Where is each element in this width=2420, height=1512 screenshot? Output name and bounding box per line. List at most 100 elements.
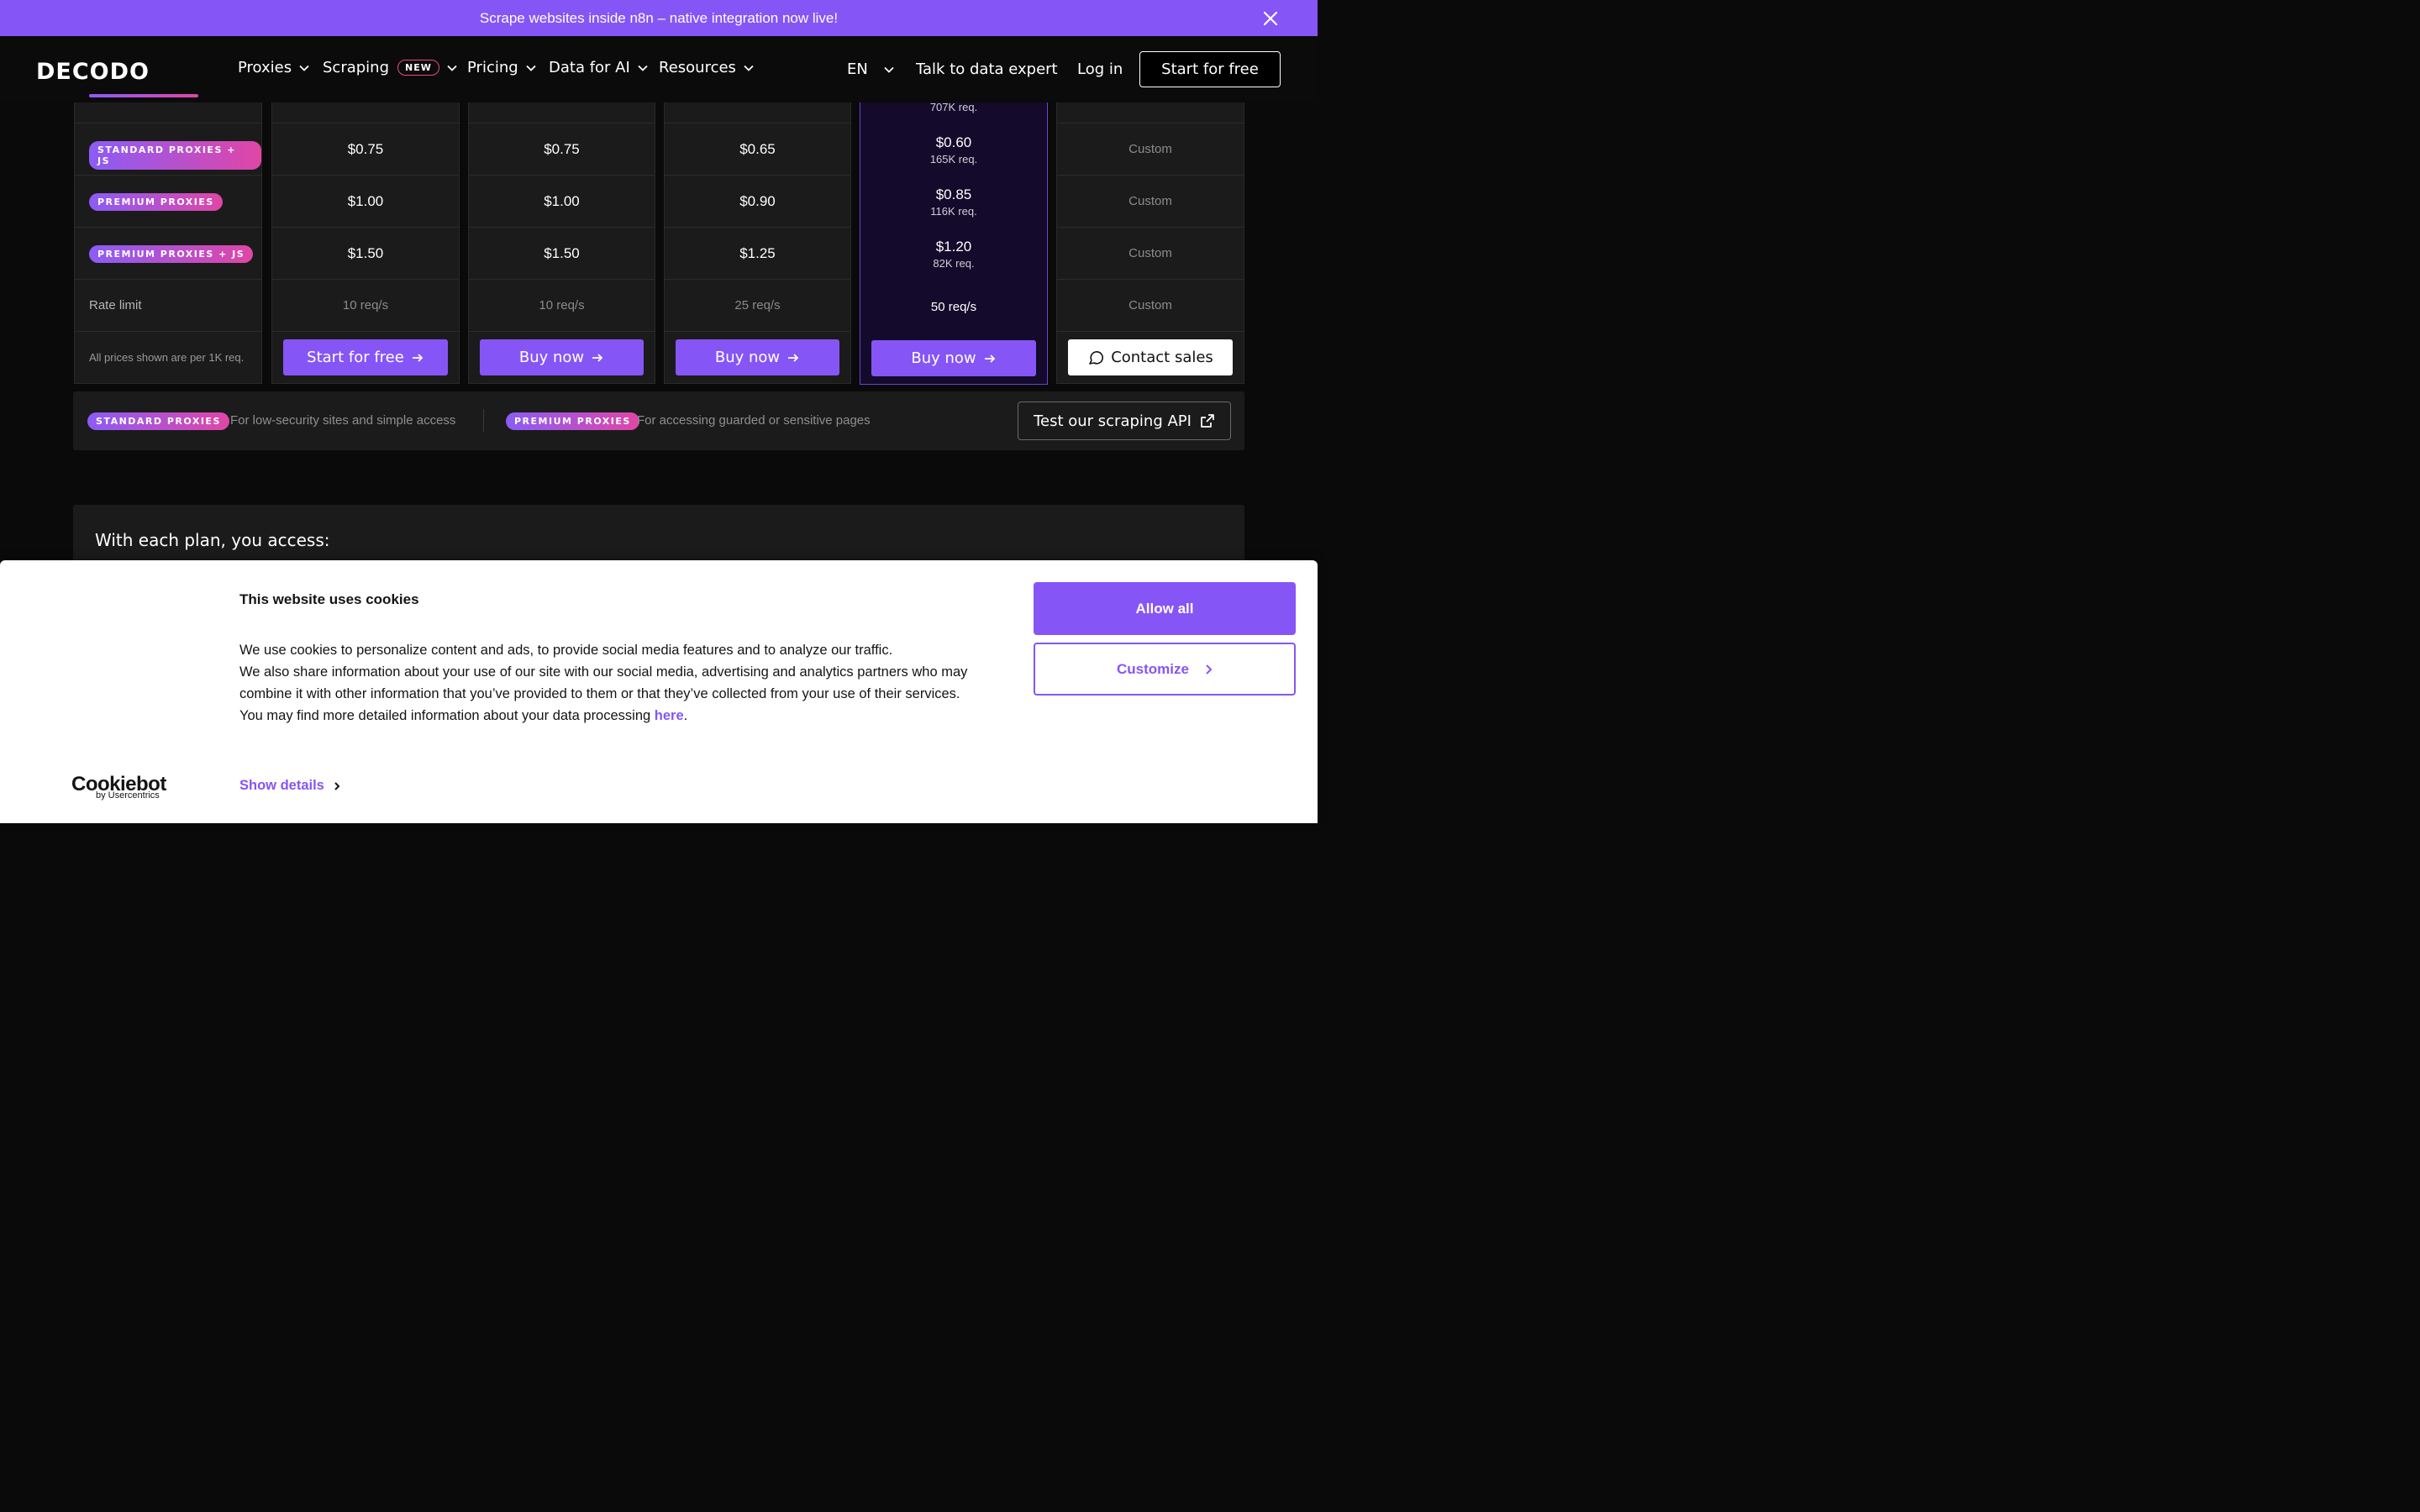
price-standard-js: Custom xyxy=(1128,142,1172,156)
nav-item-label: Proxies xyxy=(238,59,292,76)
legend-premium-desc: For accessing guarded or sensitive pages xyxy=(637,413,871,428)
pricing-label-column: STANDARD PROXIES + JS PREMIUM PROXIES PR… xyxy=(74,94,262,384)
plan-column-2: $0.75 $1.00 $1.50 10 req/s Buy now xyxy=(468,102,655,384)
chevron-right-icon xyxy=(1206,664,1213,675)
announcement-text[interactable]: Scrape websites inside n8n – native inte… xyxy=(480,10,838,27)
cookie-body: We use cookies to personalize content an… xyxy=(239,639,996,727)
button-label: Start for free xyxy=(307,349,404,366)
button-label: Show details xyxy=(239,778,324,793)
chevron-down-icon xyxy=(884,66,894,73)
nav-item-resources[interactable]: Resources xyxy=(659,59,755,76)
privacy-here-link[interactable]: here xyxy=(655,708,684,723)
plan-column-1: $0.75 $1.00 $1.50 10 req/s Start for fre… xyxy=(271,102,460,384)
language-selector[interactable]: EN xyxy=(847,60,895,78)
plan-column-4-highlighted: 707K req. $0.60 165K req. $0.85 116K req… xyxy=(860,101,1048,385)
cookiebot-logo-sub: by Usercentrics xyxy=(96,790,160,801)
price-standard-js: $0.65 xyxy=(739,141,776,157)
price-premium-js: $1.25 xyxy=(739,245,776,261)
price-standard-js: $0.75 xyxy=(544,141,580,157)
requests-premium: 116K req. xyxy=(930,205,977,218)
price-standard-js: $0.75 xyxy=(347,141,384,157)
chevron-right-icon xyxy=(334,781,340,790)
button-label: Buy now xyxy=(518,349,585,366)
access-title: With each plan, you access: xyxy=(95,530,330,550)
price-note: All prices shown are per 1K req. xyxy=(89,351,245,364)
requests-standard-js: 165K req. xyxy=(929,153,978,165)
start-for-free-button[interactable]: Start for free xyxy=(1139,51,1281,87)
nav-item-proxies[interactable]: Proxies xyxy=(238,59,310,76)
cookie-banner: Cookiebot by Usercentrics This website u… xyxy=(0,560,1318,823)
start-for-free-plan-button[interactable]: Start for free xyxy=(283,339,448,375)
button-label: Buy now xyxy=(911,349,976,367)
chat-bubble-icon xyxy=(1089,350,1104,365)
cookie-line-2: We also share information about your use… xyxy=(239,664,968,701)
chevron-down-icon xyxy=(744,65,754,71)
login-link[interactable]: Log in xyxy=(1077,60,1123,78)
contact-sales-button[interactable]: Contact sales xyxy=(1068,339,1233,375)
nav-item-pricing[interactable]: Pricing xyxy=(467,59,537,76)
decodo-logo[interactable]: DECODO xyxy=(36,59,150,85)
talk-to-expert-link[interactable]: Talk to data expert xyxy=(916,60,1058,78)
arrow-right-icon xyxy=(984,354,995,363)
buy-now-button[interactable]: Buy now xyxy=(480,339,644,375)
language-label: EN xyxy=(847,60,868,78)
nav-item-label: Resources xyxy=(659,59,736,76)
plan-column-3: $0.65 $0.90 $1.25 25 req/s Buy now xyxy=(664,102,851,384)
new-badge: NEW xyxy=(397,60,439,76)
external-link-icon xyxy=(1201,414,1214,428)
price-premium-js: Custom xyxy=(1128,246,1172,260)
rate-limit-value: 25 req/s xyxy=(734,298,781,312)
price-premium: $1.00 xyxy=(347,193,384,209)
legend-standard-pill: STANDARD PROXIES xyxy=(87,412,229,430)
price-premium-js: $1.50 xyxy=(347,245,384,261)
arrow-right-icon xyxy=(788,353,799,362)
label-premium-js: PREMIUM PROXIES + JS xyxy=(89,245,254,263)
label-standard-js: STANDARD PROXIES + JS xyxy=(89,141,261,170)
nav-item-data-for-ai[interactable]: Data for AI xyxy=(549,59,649,76)
label-rate-limit: Rate limit xyxy=(89,298,142,312)
announcement-bar: Scrape websites inside n8n – native inte… xyxy=(0,0,1318,36)
nav-item-label: Scraping xyxy=(323,59,390,76)
price-premium-js: $1.20 xyxy=(935,239,972,255)
nav-item-label: Pricing xyxy=(467,59,518,76)
arrow-right-icon xyxy=(412,353,424,362)
button-label: Customize xyxy=(1117,660,1189,677)
button-label: Test our scraping API xyxy=(1034,412,1192,430)
cookie-line-3-prefix: You may find more detailed information a… xyxy=(239,708,655,723)
plan-column-5: Custom Custom Custom Custom Contact sale… xyxy=(1056,102,1244,384)
chevron-down-icon xyxy=(526,65,536,71)
proxy-legend-bar: STANDARD PROXIES For low-security sites … xyxy=(73,391,1244,450)
partial-requests: 707K req. xyxy=(929,101,978,113)
rate-limit-value: Custom xyxy=(1128,298,1172,312)
arrow-right-icon xyxy=(592,353,603,362)
requests-premium-js: 82K req. xyxy=(933,257,975,270)
chevron-down-icon xyxy=(299,65,309,71)
rate-limit-value: 10 req/s xyxy=(342,298,389,312)
show-details-button[interactable]: Show details xyxy=(239,778,341,794)
nav-item-scraping[interactable]: Scraping NEW xyxy=(323,59,458,76)
cookie-line-3-suffix: . xyxy=(683,708,688,723)
price-premium-js: $1.50 xyxy=(544,245,580,261)
legend-divider xyxy=(483,409,484,432)
customize-button[interactable]: Customize xyxy=(1034,643,1296,696)
nav-item-label: Data for AI xyxy=(549,59,630,76)
button-label: Buy now xyxy=(714,349,781,366)
legend-standard-desc: For low-security sites and simple access xyxy=(230,413,456,428)
legend-premium-pill: PREMIUM PROXIES xyxy=(506,412,639,430)
buy-now-button[interactable]: Buy now xyxy=(676,339,839,375)
test-scraping-api-button[interactable]: Test our scraping API xyxy=(1018,402,1231,440)
cookie-line-1: We use cookies to personalize content an… xyxy=(239,643,893,658)
cookie-title: This website uses cookies xyxy=(239,591,419,607)
partial-pill xyxy=(89,94,198,97)
chevron-down-icon xyxy=(447,65,457,71)
price-premium: $1.00 xyxy=(544,193,580,209)
price-standard-js: $0.60 xyxy=(935,134,972,150)
rate-limit-value: 10 req/s xyxy=(539,298,585,312)
cookie-line-3: You may find more detailed information a… xyxy=(239,705,996,727)
close-icon[interactable] xyxy=(1260,8,1281,29)
buy-now-button[interactable]: Buy now xyxy=(871,340,1036,376)
button-label: Contact sales xyxy=(1111,349,1213,366)
allow-all-button[interactable]: Allow all xyxy=(1034,582,1296,635)
rate-limit-value: 50 req/s xyxy=(930,300,977,314)
label-premium: PREMIUM PROXIES xyxy=(89,193,223,211)
